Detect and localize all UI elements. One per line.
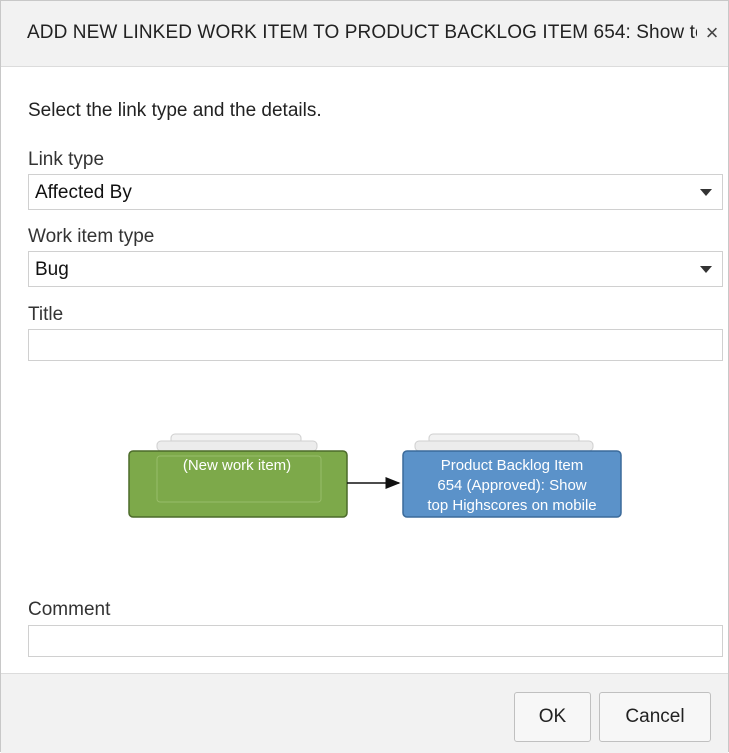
chevron-down-icon <box>700 189 712 196</box>
target-item-line-3: top Highscores on mobile <box>427 497 596 514</box>
dialog-title: ADD NEW LINKED WORK ITEM TO PRODUCT BACK… <box>27 22 697 43</box>
work-item-type-value: Bug <box>35 259 69 280</box>
chevron-down-icon <box>700 266 712 273</box>
add-linked-work-item-dialog: ADD NEW LINKED WORK ITEM TO PRODUCT BACK… <box>0 0 729 753</box>
instruction-text: Select the link type and the details. <box>28 100 322 121</box>
comment-input[interactable] <box>28 625 723 657</box>
work-item-type-label: Work item type <box>28 226 155 247</box>
link-type-label: Link type <box>28 149 105 170</box>
link-type-select[interactable]: Affected By <box>28 174 723 210</box>
new-work-item-card: (New work item) <box>128 433 348 518</box>
link-type-value: Affected By <box>35 182 132 203</box>
dialog-footer: OK Cancel <box>1 673 728 753</box>
close-icon[interactable]: × <box>699 19 725 47</box>
title-input[interactable] <box>28 329 723 361</box>
target-item-line-2: 654 (Approved): Show <box>437 477 586 494</box>
target-item-card: Product Backlog Item 654 (Approved): Sho… <box>402 433 622 518</box>
title-label: Title <box>28 304 64 325</box>
comment-label: Comment <box>28 599 111 620</box>
work-item-type-select[interactable]: Bug <box>28 251 723 287</box>
ok-button[interactable]: OK <box>514 692 591 742</box>
cancel-button[interactable]: Cancel <box>599 692 711 742</box>
new-work-item-label: (New work item) <box>183 457 291 474</box>
dialog-title-bar: ADD NEW LINKED WORK ITEM TO PRODUCT BACK… <box>1 1 728 67</box>
link-preview: (New work item) Product Backlog Item 654… <box>127 384 627 584</box>
target-item-line-1: Product Backlog Item <box>441 457 584 474</box>
